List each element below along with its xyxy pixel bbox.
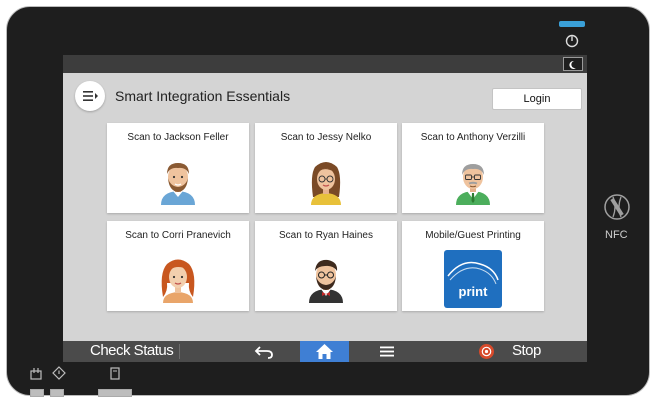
app-menu-button[interactable]: [75, 81, 105, 111]
device-foot-tab: [50, 389, 64, 397]
man-bowtie-avatar-icon: [309, 259, 343, 303]
printer-device-frame: Smart Integration Essentials Login Scan …: [6, 6, 650, 396]
app-title: Smart Integration Essentials: [115, 88, 291, 104]
mobile-guest-printing-tile[interactable]: Mobile/Guest Printing print: [402, 221, 544, 311]
tile-label: Mobile/Guest Printing: [425, 230, 521, 241]
media-slot-icon: [110, 367, 120, 380]
stop-hand-icon: [481, 346, 492, 357]
home-button[interactable]: [300, 341, 349, 362]
print-app-icon-text: print: [459, 284, 489, 299]
nfc-icon: [604, 194, 630, 220]
status-led: [559, 21, 585, 27]
energy-saver-button[interactable]: [563, 57, 583, 71]
older-man-glasses-avatar-icon: [456, 164, 490, 205]
bar-divider: [179, 344, 180, 359]
scan-tile-jessy-nelko[interactable]: Scan to Jessy Nelko: [255, 123, 397, 213]
menu-lines-icon: [380, 346, 394, 357]
back-arrow-icon: [254, 346, 273, 359]
back-button[interactable]: [251, 343, 277, 360]
device-foot-tab: [30, 389, 44, 397]
alert-diamond-icon: [52, 366, 66, 380]
scan-tile-anthony-verzilli[interactable]: Scan to Anthony Verzilli: [402, 123, 544, 213]
hamburger-icon: [83, 91, 98, 101]
woman-red-hair-avatar-icon: [161, 259, 195, 303]
bottom-navigation-bar: Check Status Stop: [63, 341, 587, 362]
scan-tile-corri-pranevich[interactable]: Scan to Corri Pranevich: [107, 221, 249, 311]
tile-label: Scan to Corri Pranevich: [125, 230, 231, 241]
device-foot-tab: [98, 389, 132, 397]
login-button[interactable]: Login: [492, 88, 582, 110]
print-app-icon: print: [444, 250, 502, 308]
touch-screen: Smart Integration Essentials Login Scan …: [63, 55, 587, 362]
stop-button[interactable]: Stop: [512, 342, 541, 359]
scan-tile-ryan-haines[interactable]: Scan to Ryan Haines: [255, 221, 397, 311]
moon-icon: [569, 60, 576, 69]
woman-glasses-avatar-icon: [311, 162, 341, 205]
check-status-button[interactable]: Check Status: [90, 342, 174, 359]
menu-list-button[interactable]: [374, 343, 400, 360]
tile-label: Scan to Ryan Haines: [279, 230, 373, 241]
stop-icon[interactable]: [479, 344, 494, 359]
data-in-indicator-icon: [30, 368, 42, 380]
scan-tile-jackson-feller[interactable]: Scan to Jackson Feller: [107, 123, 249, 213]
home-icon: [316, 344, 333, 359]
tile-label: Scan to Anthony Verzilli: [420, 132, 526, 143]
system-top-strip: [63, 55, 587, 73]
tile-label: Scan to Jessy Nelko: [280, 132, 372, 143]
nfc-label: NFC: [605, 229, 628, 241]
tile-label: Scan to Jackson Feller: [127, 132, 229, 143]
man-beard-avatar-icon: [161, 163, 195, 205]
power-icon[interactable]: [565, 34, 579, 48]
